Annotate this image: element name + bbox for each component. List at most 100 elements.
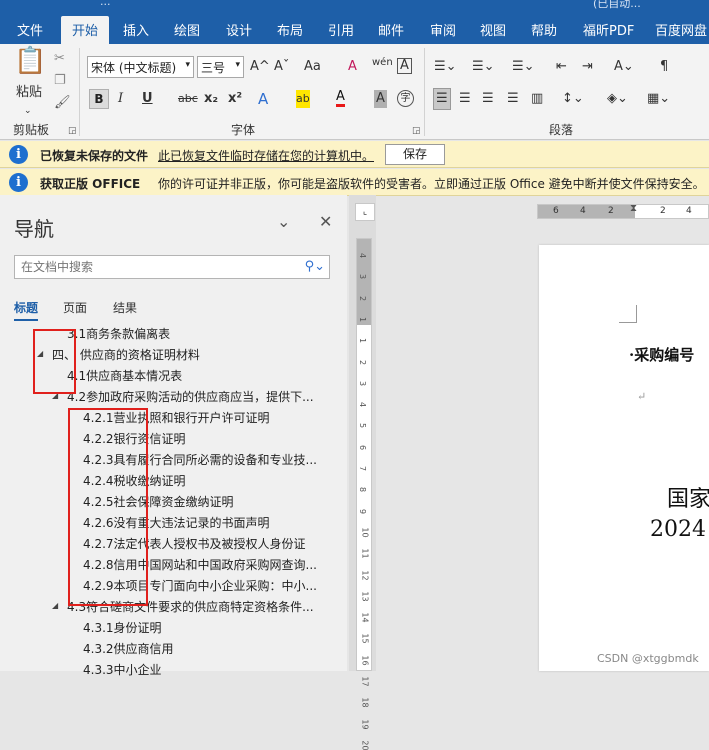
license-text: 你的许可证并非正版，你可能是盗版软件的受害者。立即通过正版 Office 避免中… [158, 177, 705, 191]
tab-9[interactable]: 视图 [480, 20, 506, 39]
shrink-font-icon[interactable]: Aˇ [274, 58, 289, 76]
shading-icon[interactable]: ◈⌄ [607, 90, 628, 108]
grow-font-icon[interactable]: A^ [250, 58, 270, 76]
font-size-select[interactable]: 三号 ▾ [197, 56, 244, 78]
ruler-number: 16 [360, 655, 370, 666]
tab-results[interactable]: 结果 [113, 299, 137, 316]
close-icon[interactable]: ✕ [319, 213, 332, 231]
recovered-title: 已恢复未保存的文件 [40, 149, 149, 163]
align-center-icon[interactable]: ☰ [459, 90, 471, 108]
ruler-number: 2 [608, 206, 614, 216]
horizontal-ruler[interactable]: 6 4 2 2 4 [537, 204, 709, 219]
borders-icon[interactable]: ▦⌄ [647, 90, 670, 108]
quick-access-toolbar[interactable]: ... [100, 0, 111, 8]
paragraph-mark: ↵ [637, 390, 647, 403]
subscript-button[interactable]: x₂ [204, 90, 218, 108]
ribbon-tab-bar: 文件 开始 插入 绘图 设计 布局 引用 邮件 审阅 视图 帮助 福昕PDF 百度网盘 [0, 12, 709, 44]
chevron-down-icon: ▾ [185, 60, 190, 70]
phonetic-guide-icon[interactable]: wén [372, 54, 393, 72]
superscript-button[interactable]: x² [228, 90, 242, 108]
heading-item[interactable]: 4.1供应商基本情况表 [67, 367, 182, 384]
collapse-toggle-icon[interactable]: ◢ [52, 601, 58, 610]
save-button[interactable]: 保存 [385, 144, 445, 165]
ruler-number: 4 [358, 252, 368, 259]
cut-icon[interactable]: ✂ [54, 50, 65, 68]
clear-format-icon[interactable]: A [348, 58, 357, 76]
text-effects-icon[interactable]: A [258, 90, 268, 108]
heading-item[interactable]: 4.2参加政府采购活动的供应商应当，提供下... [67, 388, 314, 405]
clipboard-launcher-icon[interactable]: ◲ [68, 126, 77, 136]
character-border-icon[interactable]: A [397, 58, 412, 74]
paste-icon[interactable]: 📋 [14, 48, 46, 74]
ruler-number: 2 [358, 359, 368, 365]
font-group-label: 字体 [231, 123, 256, 137]
strikethrough-button[interactable]: abc [178, 90, 198, 108]
show-marks-icon[interactable]: ¶ [660, 58, 668, 76]
margin-corner-mark [619, 305, 637, 323]
increase-indent-icon[interactable]: ⇥ [582, 58, 593, 76]
tab-11[interactable]: 福昕PDF [583, 20, 634, 39]
align-left-icon[interactable]: ☰ [433, 88, 451, 110]
tab-0[interactable]: 文件 [17, 20, 43, 39]
italic-button[interactable]: I [118, 90, 123, 108]
search-input[interactable] [15, 256, 295, 278]
group-divider [79, 48, 80, 136]
info-icon: i [9, 145, 28, 164]
copy-icon[interactable]: ❐ [54, 72, 66, 90]
chevron-down-icon[interactable]: ⌄ [277, 213, 290, 231]
tab-5[interactable]: 布局 [277, 20, 303, 39]
font-size-value: 三号 [201, 61, 226, 75]
tab-selector-button[interactable]: ⌞ [355, 203, 375, 221]
tab-pages[interactable]: 页面 [63, 299, 87, 316]
asian-layout-icon[interactable]: A⌄ [614, 58, 634, 76]
character-shading-icon[interactable]: A [374, 90, 387, 108]
indent-marker-icon[interactable]: ⧗ [630, 200, 637, 218]
heading-item[interactable]: 4.3.2供应商信用 [83, 640, 174, 657]
decrease-indent-icon[interactable]: ⇤ [556, 58, 567, 76]
search-icon[interactable]: ⚲⌄ [305, 258, 325, 276]
line-spacing-icon[interactable]: ↕⌄ [562, 90, 584, 108]
align-right-icon[interactable]: ☰ [482, 90, 494, 108]
recovered-file-bar: i 已恢复未保存的文件 此已恢复文件临时存储在您的计算机中。 保存 [0, 141, 709, 168]
watermark: CSDN @xtggbmdk [597, 652, 699, 665]
tab-2[interactable]: 插入 [123, 20, 149, 39]
ruler-number: 10 [360, 527, 370, 538]
highlight-icon[interactable]: ab [296, 90, 310, 108]
justify-icon[interactable]: ☰ [507, 90, 519, 108]
bullets-icon[interactable]: ☰⌄ [434, 58, 457, 76]
doc-title-line: 国家 [667, 487, 709, 512]
bold-button[interactable]: B [89, 89, 109, 109]
font-launcher-icon[interactable]: ◲ [412, 126, 421, 136]
ruler-number: 1 [358, 316, 368, 322]
tab-10[interactable]: 帮助 [531, 20, 557, 39]
ruler-number: 2 [358, 295, 368, 301]
heading-item[interactable]: 4.3.3中小企业 [83, 661, 162, 678]
recovered-link[interactable]: 此已恢复文件临时存储在您的计算机中。 [158, 147, 374, 164]
tab-6[interactable]: 引用 [328, 20, 354, 39]
numbering-icon[interactable]: ☰⌄ [472, 58, 495, 76]
distributed-icon[interactable]: ▥ [531, 90, 543, 108]
ruler-number: 15 [360, 633, 370, 644]
format-painter-icon[interactable]: 🖌 [54, 94, 71, 112]
enclose-characters-icon[interactable]: 字 [397, 90, 414, 107]
paste-button[interactable]: 粘贴 [16, 84, 42, 102]
font-name-select[interactable]: 宋体 (中文标题) ▾ [87, 56, 194, 78]
tab-headings[interactable]: 标题 [14, 299, 39, 321]
tab-4[interactable]: 设计 [226, 20, 252, 39]
ruler-number: 3 [358, 274, 368, 280]
ruler-number: 8 [358, 487, 368, 493]
multilevel-list-icon[interactable]: ☰⌄ [512, 58, 535, 76]
doc-year-line: 2024 [650, 517, 706, 542]
document-page[interactable]: ·采购编号 ↵ 国家 2024 [539, 245, 709, 671]
tab-8[interactable]: 审阅 [430, 20, 456, 39]
tab-12[interactable]: 百度网盘 [655, 20, 707, 39]
change-case-icon[interactable]: Aa [304, 58, 321, 76]
heading-item[interactable]: 4.3.1身份证明 [83, 619, 162, 636]
tab-3[interactable]: 绘图 [174, 20, 200, 39]
paste-dropdown-icon[interactable]: ⌄ [24, 102, 32, 120]
heading-item[interactable]: 3.1商务条款偏离表 [67, 325, 170, 342]
tab-1[interactable]: 开始 [61, 16, 110, 44]
font-color-icon[interactable]: A [336, 90, 345, 107]
tab-7[interactable]: 邮件 [378, 20, 404, 39]
underline-button[interactable]: U [142, 90, 153, 108]
